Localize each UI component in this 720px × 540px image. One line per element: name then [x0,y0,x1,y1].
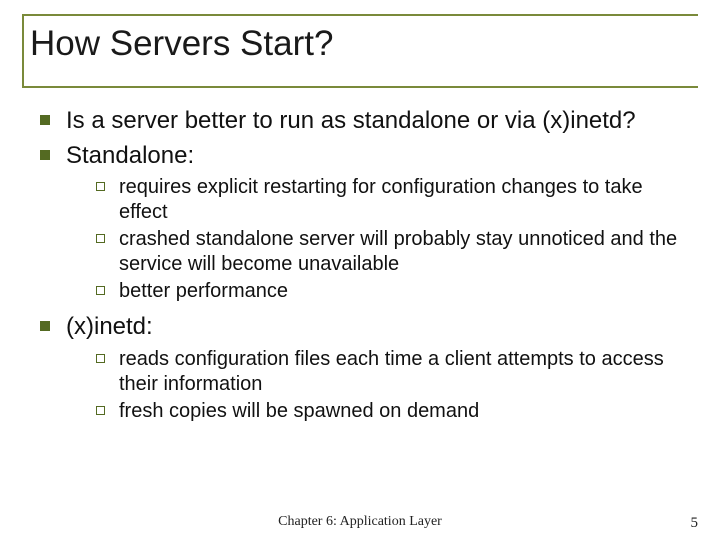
footer-text: Chapter 6: Application Layer [0,514,720,530]
list-item: requires explicit restarting for configu… [96,175,692,225]
list-item: reads configuration files each time a cl… [96,347,692,397]
list-item-text: reads configuration files each time a cl… [119,347,692,397]
list-item: (x)inetd: [40,312,692,343]
list-item-text: fresh copies will be spawned on demand [119,399,479,424]
title-frame: How Servers Start? [22,14,698,88]
hollow-square-bullet-icon [96,354,105,363]
hollow-square-bullet-icon [96,182,105,191]
square-bullet-icon [40,115,50,125]
list-item-text: Standalone: [66,141,194,172]
list-item-text: better performance [119,279,288,304]
hollow-square-bullet-icon [96,286,105,295]
list-item: fresh copies will be spawned on demand [96,399,692,424]
square-bullet-icon [40,150,50,160]
list-item: Standalone: [40,141,692,172]
list-item-text: requires explicit restarting for configu… [119,175,692,225]
list-item: crashed standalone server will probably … [96,227,692,277]
list-item-text: Is a server better to run as standalone … [66,106,636,137]
list-item: Is a server better to run as standalone … [40,106,692,137]
hollow-square-bullet-icon [96,406,105,415]
sub-list: requires explicit restarting for configu… [40,175,692,304]
list-item: better performance [96,279,692,304]
slide-title: How Servers Start? [24,22,698,88]
slide-body: Is a server better to run as standalone … [22,106,698,424]
list-item-text: (x)inetd: [66,312,153,343]
list-item-text: crashed standalone server will probably … [119,227,692,277]
page-number: 5 [691,515,699,532]
square-bullet-icon [40,321,50,331]
sub-list: reads configuration files each time a cl… [40,347,692,424]
slide: How Servers Start? Is a server better to… [0,0,720,540]
hollow-square-bullet-icon [96,234,105,243]
